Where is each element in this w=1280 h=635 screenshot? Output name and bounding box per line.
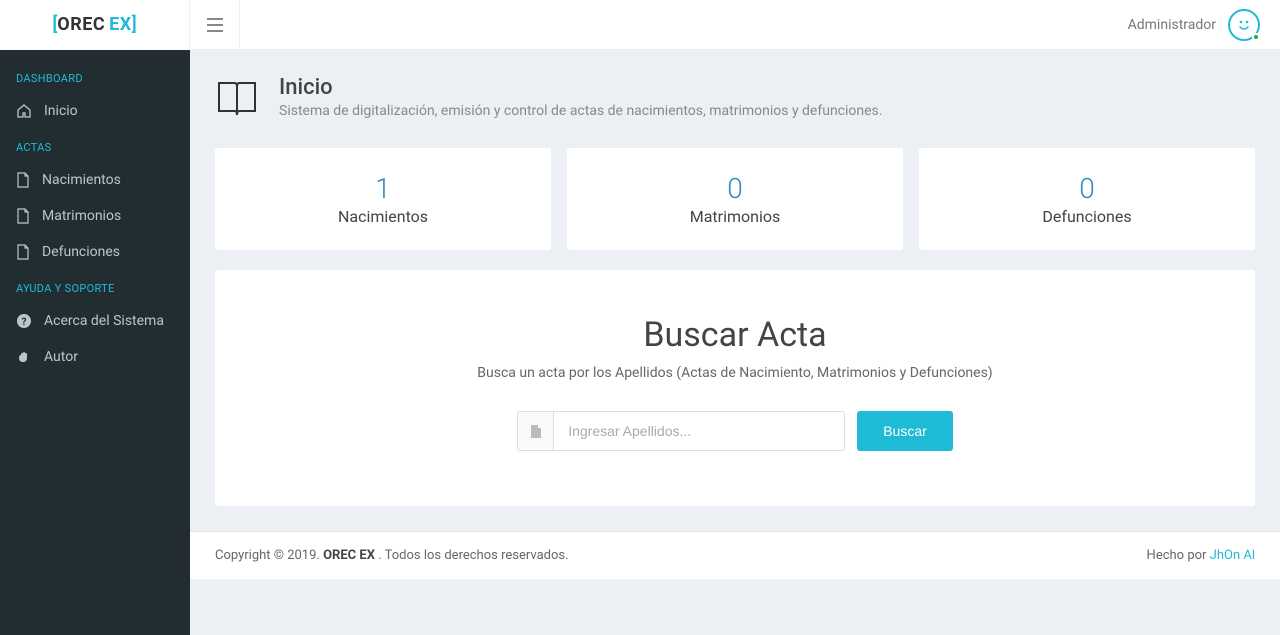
sidebar-item-inicio[interactable]: Inicio — [0, 93, 190, 129]
user-label[interactable]: Administrador — [1128, 17, 1216, 33]
document-icon — [16, 172, 30, 188]
footer: Copyright © 2019. OREC EX . Todos los de… — [190, 531, 1280, 579]
sidebar-section-dashboard: DASHBOARD — [0, 60, 190, 93]
status-dot-icon — [1252, 33, 1260, 41]
sidebar-item-label: Acerca del Sistema — [44, 313, 164, 329]
document-icon — [16, 208, 30, 224]
help-icon: ? — [16, 313, 32, 329]
stat-label: Defunciones — [929, 207, 1245, 226]
sidebar-item-autor[interactable]: Autor — [0, 339, 190, 375]
sidebar-section-ayuda: AYUDA Y SOPORTE — [0, 270, 190, 303]
footer-suffix: . Todos los derechos reservados. — [378, 548, 568, 563]
search-input[interactable] — [554, 412, 844, 450]
logo-part2: EX — [109, 14, 132, 35]
sidebar-toggle[interactable] — [190, 0, 240, 50]
sidebar-item-label: Nacimientos — [42, 172, 121, 188]
search-button[interactable]: Buscar — [857, 411, 953, 451]
logo[interactable]: [ OREC EX ] — [0, 0, 190, 50]
logo-part1: OREC — [57, 14, 105, 35]
stat-card-matrimonios: 0 Matrimonios — [567, 148, 903, 250]
book-icon — [215, 79, 259, 119]
sidebar-item-nacimientos[interactable]: Nacimientos — [0, 162, 190, 198]
avatar-face-icon — [1235, 16, 1253, 34]
stat-card-nacimientos: 1 Nacimientos — [215, 148, 551, 250]
hamburger-icon — [207, 18, 223, 32]
sidebar-item-matrimonios[interactable]: Matrimonios — [0, 198, 190, 234]
avatar[interactable] — [1228, 9, 1260, 41]
sidebar-section-actas: ACTAS — [0, 129, 190, 162]
sidebar-item-label: Autor — [44, 349, 78, 365]
stat-count: 1 — [225, 172, 541, 205]
search-panel: Buscar Acta Busca un acta por los Apelli… — [215, 270, 1255, 506]
footer-prefix: Copyright © 2019. — [215, 548, 323, 563]
sidebar-item-label: Matrimonios — [42, 208, 121, 224]
document-addon-icon — [518, 412, 554, 450]
page-header: Inicio Sistema de digitalización, emisió… — [190, 50, 1280, 133]
stat-label: Nacimientos — [225, 207, 541, 226]
stat-count: 0 — [929, 172, 1245, 205]
page-subtitle: Sistema de digitalización, emisión y con… — [279, 103, 882, 119]
home-icon — [16, 103, 32, 119]
sidebar-item-defunciones[interactable]: Defunciones — [0, 234, 190, 270]
sidebar-item-label: Defunciones — [42, 244, 120, 260]
document-icon — [16, 244, 30, 260]
page-title: Inicio — [279, 75, 882, 100]
sidebar-item-acerca[interactable]: ? Acerca del Sistema — [0, 303, 190, 339]
stat-card-defunciones: 0 Defunciones — [919, 148, 1255, 250]
sidebar: DASHBOARD Inicio ACTAS Nacimientos Matri… — [0, 50, 190, 635]
search-title: Buscar Acta — [235, 315, 1235, 355]
stat-label: Matrimonios — [577, 207, 893, 226]
footer-author-link[interactable]: JhOn Al — [1210, 548, 1255, 563]
search-subtitle: Busca un acta por los Apellidos (Actas d… — [235, 365, 1235, 381]
footer-brand: OREC EX — [323, 548, 375, 563]
sidebar-item-label: Inicio — [44, 103, 78, 119]
stat-count: 0 — [577, 172, 893, 205]
hand-icon — [16, 349, 32, 365]
footer-made-prefix: Hecho por — [1147, 548, 1210, 563]
svg-text:?: ? — [22, 317, 27, 328]
